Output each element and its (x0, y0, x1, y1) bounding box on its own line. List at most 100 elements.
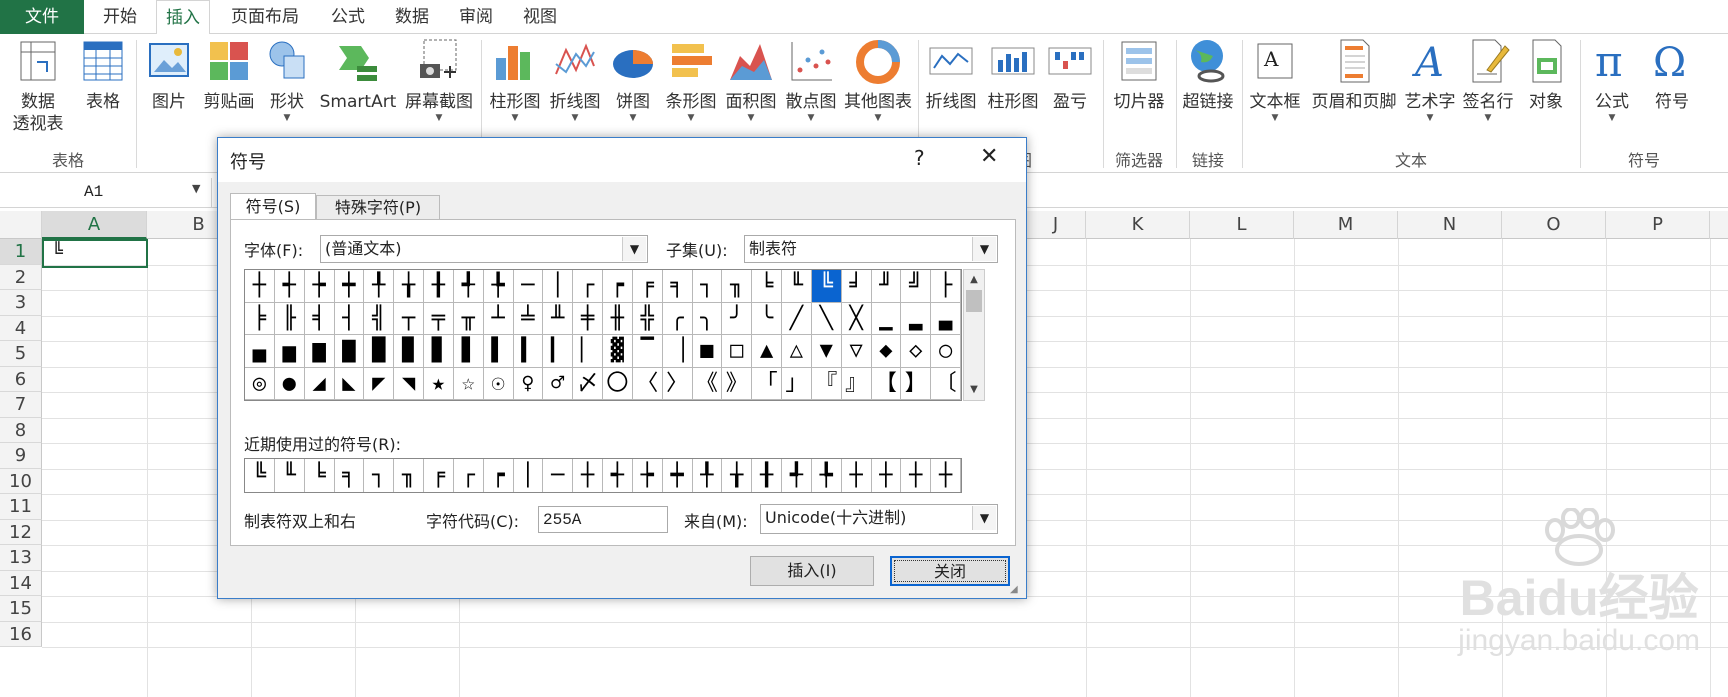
symbol-cell[interactable]: ▍ (513, 335, 544, 368)
symbol-cell[interactable]: ▏ (573, 335, 603, 368)
symbol-cell[interactable]: ╟ (274, 302, 305, 335)
hyperlink-button[interactable]: 超链接 (1178, 36, 1238, 113)
symbol-cell[interactable]: ♂ (543, 367, 574, 400)
select-all-corner[interactable] (0, 211, 42, 239)
equation-button[interactable]: π 公式 ▼ (1586, 36, 1638, 123)
subset-select[interactable]: 制表符 ▼ (744, 235, 998, 263)
symbol-cell[interactable]: ╘ (752, 270, 782, 303)
symbol-cell[interactable]: ╄ (483, 270, 514, 303)
symbol-cell[interactable]: ╮ (692, 302, 723, 335)
column-header-j[interactable]: J (1026, 211, 1086, 239)
sparkline-line-button[interactable]: 折线图 (922, 36, 980, 113)
recent-symbol-cell[interactable]: ╃ (782, 459, 812, 492)
symbol-cell[interactable]: ┴ (483, 302, 514, 335)
font-select[interactable]: (普通文本) ▼ (320, 235, 648, 263)
symbol-cell[interactable]: ╥ (453, 302, 484, 335)
recent-symbol-cell[interactable]: ┽ (603, 459, 633, 492)
chevron-down-icon[interactable]: ▼ (972, 506, 996, 530)
symbol-cell[interactable]: ♀ (513, 367, 544, 400)
symbol-cell[interactable]: ▆ (304, 335, 335, 368)
symbol-cell[interactable]: ╜ (871, 270, 902, 303)
symbol-cell[interactable]: □ (722, 335, 753, 368)
recent-symbol-cell[interactable]: ╙ (275, 459, 305, 492)
area-chart-button[interactable]: 面积图 ▼ (722, 36, 780, 123)
bar-chart-button[interactable]: 条形图 ▼ (662, 36, 720, 123)
symbol-cell[interactable]: ▄ (245, 335, 275, 368)
symbol-cell[interactable]: ╯ (722, 302, 753, 335)
symbol-cell[interactable]: ▎ (543, 335, 574, 368)
column-chart-button[interactable]: 柱形图 ▼ (486, 36, 544, 123)
symbol-cell[interactable]: ▽ (841, 335, 872, 368)
symbol-cell[interactable]: ◇ (901, 335, 932, 368)
chevron-down-icon[interactable]: ▼ (622, 237, 646, 261)
recent-symbol-cell[interactable]: ╀ (693, 459, 723, 492)
symbol-cell[interactable]: ╀ (364, 270, 395, 303)
other-charts-button[interactable]: 其他图表 ▼ (842, 36, 914, 123)
symbol-button[interactable]: Ω 符号 (1646, 36, 1698, 113)
clipart-button[interactable]: 剪贴画 (198, 36, 260, 113)
close-button[interactable]: 关闭 (890, 556, 1010, 586)
recent-symbol-cell[interactable]: ┼ (931, 459, 961, 492)
symbol-cell[interactable]: 』 (841, 367, 872, 400)
symbol-cell[interactable]: 》 (722, 367, 753, 400)
sparkline-column-button[interactable]: 柱形图 (984, 36, 1042, 113)
symbol-cell[interactable]: ■ (692, 335, 723, 368)
scroll-up-icon[interactable]: ▲ (964, 270, 984, 290)
symbol-cell[interactable]: ╞ (245, 302, 275, 335)
recent-symbol-cell[interactable]: ┼ (901, 459, 932, 492)
symbol-cell[interactable]: ╨ (543, 302, 574, 335)
symbol-cell[interactable]: △ (782, 335, 812, 368)
line-chart-button[interactable]: 折线图 ▼ (546, 36, 604, 123)
symbol-cell[interactable]: ▋ (453, 335, 484, 368)
symbol-cell[interactable]: ╖ (722, 270, 753, 303)
recent-symbol-cell[interactable]: ╚ (245, 459, 275, 492)
recent-symbol-cell[interactable]: ─ (543, 459, 574, 492)
column-header-n[interactable]: N (1398, 211, 1502, 239)
symbol-cell[interactable]: ┌ (573, 270, 603, 303)
column-header-o[interactable]: O (1502, 211, 1606, 239)
insert-button[interactable]: 插入(I) (750, 556, 874, 586)
tab-data[interactable]: 数据 (386, 0, 438, 34)
tab-home[interactable]: 开始 (92, 0, 148, 34)
recent-symbol-cell[interactable]: ╄ (812, 459, 842, 492)
symbol-cell[interactable]: ┍ (603, 270, 633, 303)
symbol-cell[interactable]: ▅ (274, 335, 305, 368)
symbol-cell[interactable]: 】 (901, 367, 932, 400)
symbol-cell[interactable]: 【 (871, 367, 902, 400)
symbol-cell[interactable]: ╁ (394, 270, 424, 303)
symbol-cell[interactable]: ╳ (841, 302, 872, 335)
cell-a1[interactable]: ╚ (42, 239, 148, 268)
row-header[interactable]: 16 (0, 621, 42, 647)
symbol-cell[interactable]: ┼ (245, 270, 275, 303)
symbol-cell[interactable]: ○ (931, 335, 961, 368)
symbol-cell[interactable]: ┬ (394, 302, 424, 335)
shapes-button[interactable]: 形状 ▼ (264, 36, 310, 123)
slicer-button[interactable]: 切片器 (1108, 36, 1170, 113)
symbol-cell[interactable]: 〈 (632, 367, 663, 400)
pivottable-button[interactable]: 数据 透视表 (6, 36, 70, 135)
tab-insert[interactable]: 插入 (156, 0, 210, 35)
row-header[interactable]: 9 (0, 443, 42, 469)
symbol-cell[interactable]: ╫ (603, 302, 633, 335)
tab-symbols[interactable]: 符号(S) (230, 193, 316, 220)
help-icon[interactable]: ? (914, 146, 925, 170)
tab-view[interactable]: 视图 (514, 0, 566, 34)
symbol-cell[interactable]: ╭ (662, 302, 693, 335)
symbol-cell[interactable]: 〇 (603, 367, 633, 400)
table-button[interactable]: 表格 (78, 36, 128, 113)
recent-symbol-cell[interactable]: ╒ (424, 459, 454, 492)
tab-formulas[interactable]: 公式 (322, 0, 374, 34)
row-header[interactable]: 10 (0, 468, 42, 494)
row-header[interactable]: 2 (0, 264, 42, 290)
symbol-cell[interactable]: ▃ (931, 302, 961, 335)
scroll-down-icon[interactable]: ▼ (964, 380, 984, 400)
tab-page-layout[interactable]: 页面布局 (222, 0, 308, 34)
symbol-cell[interactable]: ▲ (752, 335, 782, 368)
tab-review[interactable]: 审阅 (450, 0, 502, 34)
recent-symbol-cell[interactable]: ┼ (573, 459, 603, 492)
symbol-cell[interactable]: ┿ (334, 270, 365, 303)
scroll-thumb[interactable] (966, 290, 982, 312)
row-header[interactable]: 7 (0, 392, 42, 418)
symbol-cell[interactable]: ☆ (453, 367, 484, 400)
row-header[interactable]: 1 (0, 239, 42, 265)
